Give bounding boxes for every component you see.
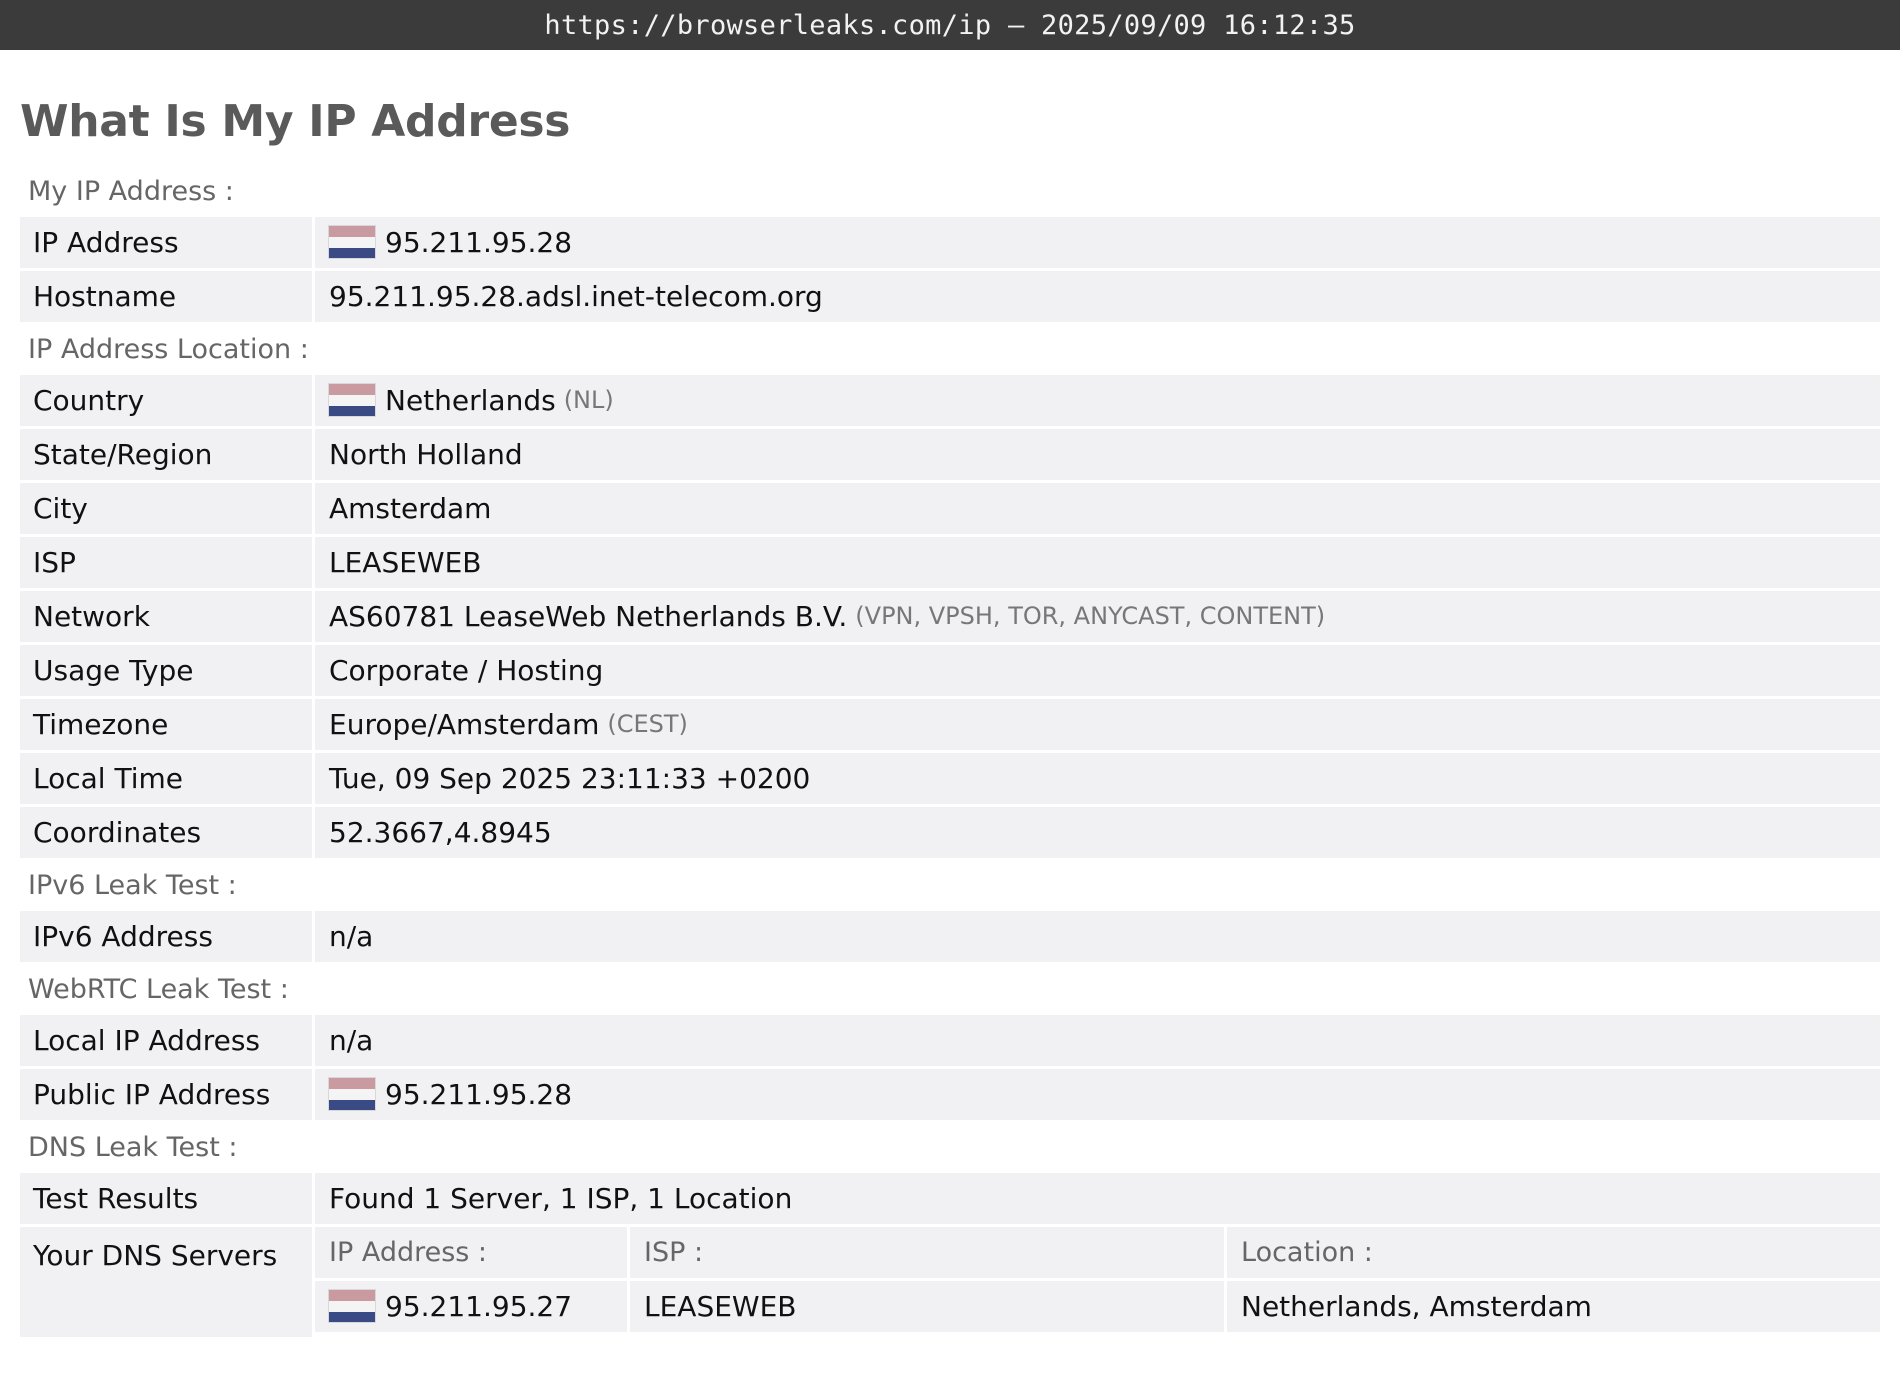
row-label: Network	[20, 590, 312, 642]
table-row: Test Results Found 1 Server, 1 ISP, 1 Lo…	[20, 1172, 1880, 1224]
dns-server-ip[interactable]: 95.211.95.27	[385, 1290, 572, 1323]
row-label: IPv6 Address	[20, 910, 312, 962]
table-row: IPv6 Address n/a	[20, 910, 1880, 962]
dns-server-row: 95.211.95.27 LEASEWEB Netherlands, Amste…	[315, 1280, 1880, 1332]
hostname-value: 95.211.95.28.adsl.inet-telecom.org	[315, 270, 1880, 322]
table-row: Hostname 95.211.95.28.adsl.inet-telecom.…	[20, 270, 1880, 322]
row-label: Your DNS Servers	[20, 1226, 312, 1337]
browser-url-bar: https://browserleaks.com/ip – 2025/09/09…	[0, 0, 1900, 50]
row-label: State/Region	[20, 428, 312, 480]
row-label: Usage Type	[20, 644, 312, 696]
row-value: Netherlands (NL)	[315, 374, 1880, 426]
row-label: Local IP Address	[20, 1014, 312, 1066]
table-row: Public IP Address 95.211.95.28	[20, 1068, 1880, 1120]
country-value: Netherlands	[385, 383, 556, 417]
table-row: State/Region North Holland	[20, 428, 1880, 480]
timezone-abbr: (CEST)	[607, 710, 688, 739]
row-value: Europe/Amsterdam (CEST)	[315, 698, 1880, 750]
isp-value: LEASEWEB	[315, 536, 1880, 588]
row-label: Hostname	[20, 270, 312, 322]
table-row: Local Time Tue, 09 Sep 2025 23:11:33 +02…	[20, 752, 1880, 804]
row-label: Coordinates	[20, 806, 312, 858]
table-row: City Amsterdam	[20, 482, 1880, 534]
url-timestamp: https://browserleaks.com/ip – 2025/09/09…	[544, 9, 1356, 41]
dns-servers-table: IP Address : ISP : Location : 95.211.95.…	[315, 1226, 1880, 1337]
table-row: Coordinates 52.3667,4.8945	[20, 806, 1880, 858]
row-value: AS60781 LeaseWeb Netherlands B.V. (VPN, …	[315, 590, 1880, 642]
local-time-value: Tue, 09 Sep 2025 23:11:33 +0200	[315, 752, 1880, 804]
row-label: Test Results	[20, 1172, 312, 1224]
table-row: Network AS60781 LeaseWeb Netherlands B.V…	[20, 590, 1880, 642]
country-code: (NL)	[563, 386, 614, 415]
ipv6-value: n/a	[315, 910, 1880, 962]
table-row: Country Netherlands (NL)	[20, 374, 1880, 426]
page-title: What Is My IP Address	[20, 96, 571, 147]
state-value: North Holland	[315, 428, 1880, 480]
ip-address-value[interactable]: 95.211.95.28	[385, 226, 572, 259]
row-label: Timezone	[20, 698, 312, 750]
dns-col-isp-header: ISP :	[630, 1226, 1224, 1278]
row-value: 95.211.95.28	[315, 216, 1880, 268]
section-title-ipv6: IPv6 Leak Test :	[28, 870, 237, 902]
row-label: Local Time	[20, 752, 312, 804]
public-ip-value[interactable]: 95.211.95.28	[385, 1078, 572, 1111]
netherlands-flag-icon	[329, 226, 375, 259]
dns-col-ip-header: IP Address :	[315, 1226, 627, 1278]
usage-type-value: Corporate / Hosting	[315, 644, 1880, 696]
netherlands-flag-icon	[329, 384, 375, 417]
dns-servers-row: Your DNS Servers IP Address : ISP : Loca…	[20, 1226, 1880, 1337]
section-title-dns: DNS Leak Test :	[28, 1132, 238, 1164]
row-label: City	[20, 482, 312, 534]
row-value: 95.211.95.28	[315, 1068, 1880, 1120]
section-title-my-ip: My IP Address :	[28, 176, 234, 208]
table-row: Timezone Europe/Amsterdam (CEST)	[20, 698, 1880, 750]
table-row: Usage Type Corporate / Hosting	[20, 644, 1880, 696]
dns-server-ip-cell: 95.211.95.27	[315, 1280, 627, 1332]
table-row: Local IP Address n/a	[20, 1014, 1880, 1066]
timezone-value: Europe/Amsterdam	[329, 707, 600, 741]
netherlands-flag-icon	[329, 1078, 375, 1111]
section-title-webrtc: WebRTC Leak Test :	[28, 974, 289, 1006]
row-label: Public IP Address	[20, 1068, 312, 1120]
network-tags: (VPN, VPSH, TOR, ANYCAST, CONTENT)	[855, 602, 1326, 631]
dns-results-value: Found 1 Server, 1 ISP, 1 Location	[315, 1172, 1880, 1224]
dns-col-location-header: Location :	[1227, 1226, 1880, 1278]
network-value: AS60781 LeaseWeb Netherlands B.V.	[329, 599, 848, 633]
coordinates-value: 52.3667,4.8945	[315, 806, 1880, 858]
main-content: What Is My IP Address My IP Address : IP…	[0, 96, 1900, 1337]
netherlands-flag-icon	[329, 1290, 375, 1323]
dns-server-location: Netherlands, Amsterdam	[1227, 1280, 1880, 1332]
dns-server-isp: LEASEWEB	[630, 1280, 1224, 1332]
city-value: Amsterdam	[315, 482, 1880, 534]
row-label: ISP	[20, 536, 312, 588]
row-label: Country	[20, 374, 312, 426]
dns-header-row: IP Address : ISP : Location :	[315, 1226, 1880, 1278]
row-label: IP Address	[20, 216, 312, 268]
table-row: IP Address 95.211.95.28	[20, 216, 1880, 268]
local-ip-value: n/a	[315, 1014, 1880, 1066]
table-row: ISP LEASEWEB	[20, 536, 1880, 588]
section-title-location: IP Address Location :	[28, 334, 309, 366]
